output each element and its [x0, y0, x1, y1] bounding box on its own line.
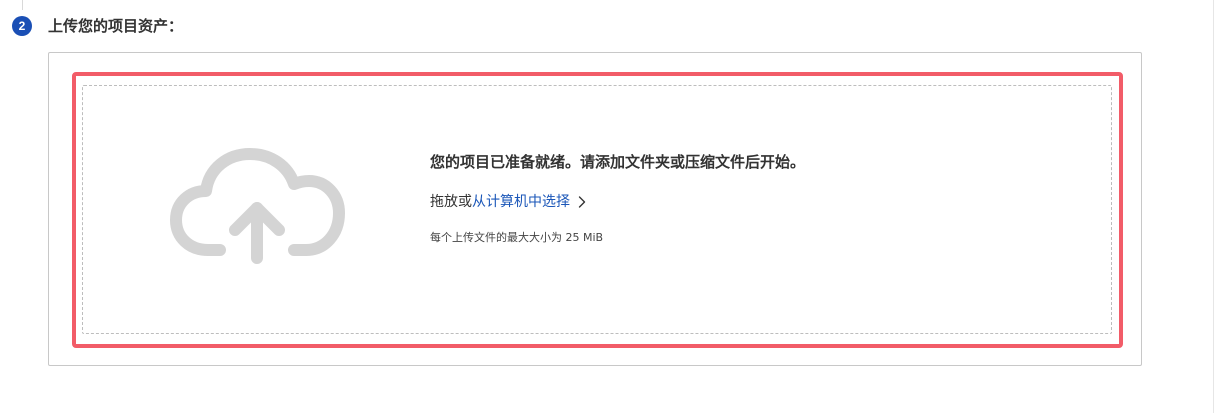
drag-or-choose-line: 拖放或 从计算机中选择 [430, 191, 586, 213]
upload-assets-page: 2 上传您的项目资产： 您的项目已准备就绪。请添加文件夹或压缩文件后开始。 拖放… [0, 0, 1224, 413]
max-file-size-note: 每个上传文件的最大大小为 25 MiB [430, 231, 604, 244]
step-connector-line [22, 0, 23, 10]
step-title: 上传您的项目资产： [48, 17, 184, 35]
cloud-upload-icon [170, 148, 345, 264]
panel-edge-divider [1213, 0, 1214, 413]
step-number-badge: 2 [12, 16, 32, 36]
choose-from-computer-link[interactable]: 从计算机中选择 [472, 191, 570, 213]
ready-message: 您的项目已准备就绪。请添加文件夹或压缩文件后开始。 [430, 153, 806, 171]
drag-drop-label: 拖放或 [430, 194, 472, 210]
chevron-right-icon[interactable] [578, 196, 586, 208]
